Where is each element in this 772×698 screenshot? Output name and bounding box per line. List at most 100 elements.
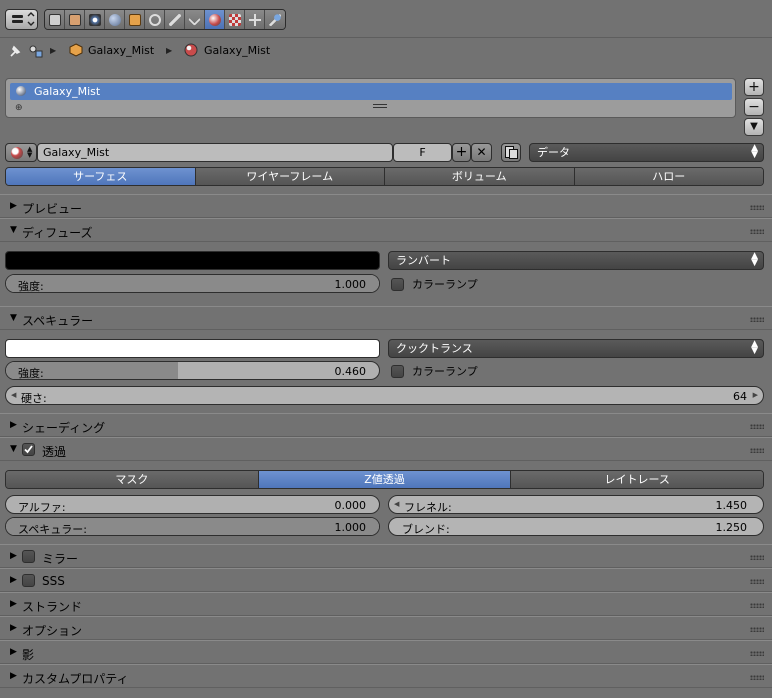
unlink-material-button[interactable]: ✕ xyxy=(471,143,492,162)
panel-title: 影 xyxy=(22,648,35,662)
panel-mirror[interactable]: ▶ ミラー xyxy=(0,544,772,568)
particles-context-button[interactable] xyxy=(245,10,265,29)
panel-strand[interactable]: ▶ ストランド xyxy=(0,592,772,616)
decrement-arrow-icon[interactable]: ◀ xyxy=(394,500,399,508)
panel-drag-handle[interactable] xyxy=(750,627,764,632)
slider-label: 強度: xyxy=(18,280,44,293)
material-slot-list: Galaxy_Mist ⊕ xyxy=(5,78,736,118)
specular-ramp-checkbox[interactable]: カラーランプ xyxy=(391,363,478,379)
updown-arrow-icon: ▲ ▼ xyxy=(751,143,758,160)
world-context-button[interactable] xyxy=(105,10,125,29)
panel-shadow[interactable]: ▶ 影 xyxy=(0,640,772,664)
resize-grip[interactable] xyxy=(373,104,387,108)
panel-drag-handle[interactable] xyxy=(750,424,764,429)
slider-label: 強度: xyxy=(18,367,44,380)
editor-type-button[interactable] xyxy=(5,9,38,30)
sss-checkbox[interactable] xyxy=(22,574,35,587)
panel-drag-handle[interactable] xyxy=(750,317,764,322)
fake-user-toggle[interactable]: F xyxy=(393,143,452,162)
slider-label: アルファ: xyxy=(18,501,66,514)
material-slot-item[interactable]: Galaxy_Mist xyxy=(10,83,732,100)
breadcrumb-arrow-icon: ▶ xyxy=(50,46,57,55)
copy-material-button[interactable] xyxy=(501,143,521,162)
pin-icon[interactable] xyxy=(7,43,23,62)
panel-diffuse[interactable]: ▼ ディフューズ xyxy=(0,218,772,242)
mirror-checkbox[interactable] xyxy=(22,550,35,563)
panel-preview[interactable]: ▶ プレビュー xyxy=(0,194,772,218)
transparency-method-tabs: マスク Z値透過 レイトレース xyxy=(5,470,764,489)
scene-data-icon xyxy=(28,44,43,58)
field-value: 1.250 xyxy=(715,521,748,534)
specular-intensity-slider[interactable]: 強度: 0.460 xyxy=(5,361,380,380)
tab-halo[interactable]: ハロー xyxy=(574,168,763,185)
object-context-button[interactable] xyxy=(125,10,145,29)
panel-drag-handle[interactable] xyxy=(750,603,764,608)
slider-fill xyxy=(6,275,379,292)
specular-shader-dropdown[interactable]: クックトランス ▲ ▼ xyxy=(388,339,764,358)
transparency-checkbox[interactable] xyxy=(22,443,35,456)
blend-field[interactable]: ブレンド: 1.250 xyxy=(388,517,764,536)
browse-material-button[interactable]: ▲ ▼ xyxy=(5,143,37,162)
material-context-button[interactable] xyxy=(205,10,225,29)
link-type-dropdown[interactable]: データ ▲ ▼ xyxy=(529,143,764,162)
diffuse-color-swatch[interactable] xyxy=(5,251,380,270)
updown-arrow-icon: ▲ ▼ xyxy=(27,145,33,159)
increment-arrow-icon[interactable]: ▶ xyxy=(753,391,758,399)
checkbox-box[interactable] xyxy=(391,364,404,378)
add-slot-button[interactable]: + xyxy=(744,78,764,96)
panel-drag-handle[interactable] xyxy=(750,229,764,234)
render-layers-context-button[interactable] xyxy=(65,10,85,29)
panel-title: カスタムプロパティ xyxy=(22,672,129,686)
panel-drag-handle[interactable] xyxy=(750,205,764,210)
panel-options[interactable]: ▶ オプション xyxy=(0,616,772,640)
physics-icon xyxy=(269,13,281,26)
specular-alpha-slider[interactable]: スペキュラー: 1.000 xyxy=(5,517,380,536)
physics-context-button[interactable] xyxy=(265,10,285,29)
render-context-button[interactable] xyxy=(45,10,65,29)
fresnel-field[interactable]: ◀ フレネル: 1.450 xyxy=(388,495,764,514)
panel-drag-handle[interactable] xyxy=(750,448,764,453)
panel-drag-handle[interactable] xyxy=(750,555,764,560)
tab-raytrace[interactable]: レイトレース xyxy=(511,471,763,488)
diffuse-intensity-slider[interactable]: 強度: 1.000 xyxy=(5,274,380,293)
tab-mask[interactable]: マスク xyxy=(6,471,259,488)
panel-drag-handle[interactable] xyxy=(750,651,764,656)
constraints-context-button[interactable] xyxy=(145,10,165,29)
slider-value: 1.000 xyxy=(334,278,367,291)
panel-drag-handle[interactable] xyxy=(750,675,764,680)
panel-specular[interactable]: ▼ スペキュラー xyxy=(0,306,772,330)
expand-arrow-icon: ▶ xyxy=(10,671,17,681)
diffuse-shader-dropdown[interactable]: ランバート ▲ ▼ xyxy=(388,251,764,270)
material-name-field[interactable]: Galaxy_Mist xyxy=(37,143,393,162)
texture-context-button[interactable] xyxy=(225,10,245,29)
alpha-slider[interactable]: アルファ: 0.000 xyxy=(5,495,380,514)
scene-context-button[interactable] xyxy=(85,10,105,29)
remove-slot-button[interactable]: − xyxy=(744,98,764,116)
filter-options-icon[interactable]: ⊕ xyxy=(15,103,23,113)
texture-icon xyxy=(228,13,241,26)
modifiers-context-button[interactable] xyxy=(165,10,185,29)
panel-transparency[interactable]: ▼ 透過 xyxy=(0,437,772,461)
panel-custom-properties[interactable]: ▶ カスタムプロパティ xyxy=(0,664,772,688)
decrement-arrow-icon[interactable]: ◀ xyxy=(11,391,16,399)
updown-arrow-icon: ▲ ▼ xyxy=(751,251,758,268)
data-context-button[interactable] xyxy=(185,10,205,29)
diffuse-ramp-checkbox[interactable]: カラーランプ xyxy=(391,276,478,292)
new-material-button[interactable]: + xyxy=(452,143,471,162)
tab-wireframe[interactable]: ワイヤーフレーム xyxy=(195,168,385,185)
checkbox-box[interactable] xyxy=(391,277,404,291)
panel-sss[interactable]: ▶ SSS xyxy=(0,568,772,592)
slot-specials-menu[interactable]: ▼ xyxy=(744,118,764,136)
hardness-field[interactable]: ◀ 硬さ: 64 ▶ xyxy=(5,386,764,405)
material-type-tabs: サーフェス ワイヤーフレーム ボリューム ハロー xyxy=(5,167,764,186)
specular-color-swatch[interactable] xyxy=(5,339,380,358)
tab-z-transparency[interactable]: Z値透過 xyxy=(258,471,512,488)
tab-volume[interactable]: ボリューム xyxy=(385,168,575,185)
context-buttons xyxy=(44,9,286,30)
panel-shading[interactable]: ▶ シェーディング xyxy=(0,413,772,437)
slider-value: 0.000 xyxy=(334,499,367,512)
panel-title: シェーディング xyxy=(22,421,106,435)
tab-surface[interactable]: サーフェス xyxy=(6,168,196,185)
updown-arrow-icon: ▲ ▼ xyxy=(751,339,758,356)
panel-drag-handle[interactable] xyxy=(750,579,764,584)
